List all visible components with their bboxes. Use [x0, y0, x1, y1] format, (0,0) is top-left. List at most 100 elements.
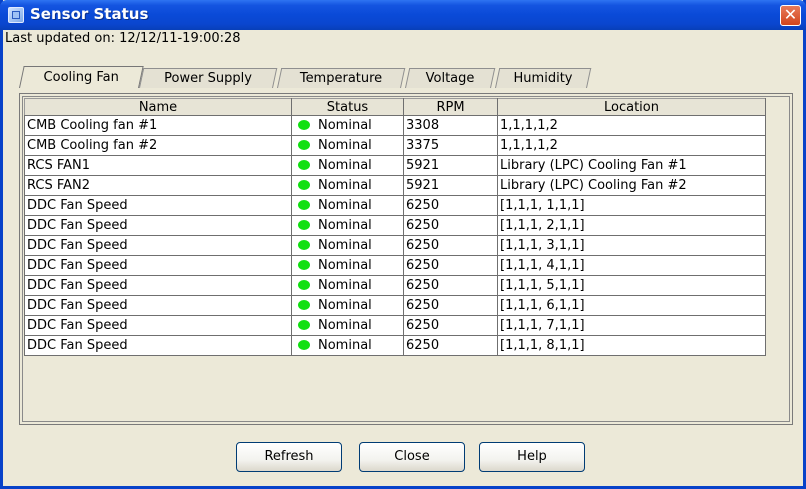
cell-location: [1,1,1, 2,1,1] [497, 215, 766, 236]
cell-location: Library (LPC) Cooling Fan #1 [497, 155, 766, 176]
tab-humidity[interactable]: Humidity [495, 68, 592, 88]
cell-location: [1,1,1, 1,1,1] [497, 195, 766, 216]
sensor-status-window: Sensor Status ✕ Last updated on: 12/12/1… [0, 0, 806, 489]
cell-name: DDC Fan Speed [24, 275, 292, 296]
window-title: Sensor Status [30, 5, 149, 23]
cell-status: Nominal [291, 235, 404, 256]
cell-location: 1,1,1,1,2 [497, 115, 766, 136]
table-header-row: Name Status RPM Location [24, 98, 766, 116]
cell-status: Nominal [291, 335, 404, 356]
table-row[interactable]: DDC Fan Speed Nominal 6250 [1,1,1, 2,1,1… [24, 215, 766, 236]
table-row[interactable]: DDC Fan Speed Nominal 6250 [1,1,1, 8,1,1… [24, 335, 766, 356]
table-row[interactable]: DDC Fan Speed Nominal 6250 [1,1,1, 6,1,1… [24, 295, 766, 316]
table-row[interactable]: DDC Fan Speed Nominal 6250 [1,1,1, 4,1,1… [24, 255, 766, 276]
cell-name: DDC Fan Speed [24, 215, 292, 236]
cell-location: [1,1,1, 7,1,1] [497, 315, 766, 336]
app-icon [8, 7, 24, 23]
cell-status: Nominal [291, 315, 404, 336]
cell-status: Nominal [291, 215, 404, 236]
status-text: Nominal [318, 118, 372, 133]
status-ok-icon [298, 280, 310, 290]
cell-rpm: 6250 [403, 195, 498, 216]
cell-rpm: 6250 [403, 215, 498, 236]
status-text: Nominal [318, 298, 372, 313]
cell-name: DDC Fan Speed [24, 315, 292, 336]
title-bar[interactable]: Sensor Status ✕ [0, 0, 806, 30]
status-ok-icon [298, 220, 310, 230]
help-button[interactable]: Help [479, 442, 585, 472]
table-row[interactable]: CMB Cooling fan #1 Nominal 3308 1,1,1,1,… [24, 115, 766, 136]
cell-rpm: 3375 [403, 135, 498, 156]
cell-rpm: 5921 [403, 175, 498, 196]
window-close-button[interactable]: ✕ [780, 5, 801, 26]
cell-name: RCS FAN1 [24, 155, 292, 176]
tab-label: Humidity [513, 71, 573, 86]
cell-status: Nominal [291, 175, 404, 196]
status-ok-icon [298, 200, 310, 210]
status-text: Nominal [318, 138, 372, 153]
cell-name: RCS FAN2 [24, 175, 292, 196]
cell-location: Library (LPC) Cooling Fan #2 [497, 175, 766, 196]
status-ok-icon [298, 260, 310, 270]
column-header-rpm[interactable]: RPM [403, 98, 498, 116]
column-header-name[interactable]: Name [24, 98, 292, 116]
status-ok-icon [298, 120, 310, 130]
cell-status: Nominal [291, 275, 404, 296]
cell-rpm: 5921 [403, 155, 498, 176]
cell-name: CMB Cooling fan #2 [24, 135, 292, 156]
cell-name: DDC Fan Speed [24, 295, 292, 316]
status-text: Nominal [318, 158, 372, 173]
table-row[interactable]: RCS FAN2 Nominal 5921 Library (LPC) Cool… [24, 175, 766, 196]
close-icon: ✕ [783, 5, 798, 24]
cell-name: DDC Fan Speed [24, 335, 292, 356]
tab-label: Power Supply [164, 71, 252, 86]
status-text: Nominal [318, 278, 372, 293]
table-row[interactable]: DDC Fan Speed Nominal 6250 [1,1,1, 5,1,1… [24, 275, 766, 296]
column-header-status[interactable]: Status [291, 98, 404, 116]
table-row[interactable]: DDC Fan Speed Nominal 6250 [1,1,1, 1,1,1… [24, 195, 766, 216]
sensor-table: Name Status RPM Location CMB Cooling fan… [24, 98, 766, 356]
status-ok-icon [298, 300, 310, 310]
status-ok-icon [298, 340, 310, 350]
cell-status: Nominal [291, 155, 404, 176]
cell-location: [1,1,1, 5,1,1] [497, 275, 766, 296]
tab-temperature[interactable]: Temperature [277, 68, 406, 88]
cell-status: Nominal [291, 255, 404, 276]
cell-rpm: 6250 [403, 235, 498, 256]
tab-label: Cooling Fan [43, 70, 119, 85]
cell-name: CMB Cooling fan #1 [24, 115, 292, 136]
status-text: Nominal [318, 198, 372, 213]
table-row[interactable]: DDC Fan Speed Nominal 6250 [1,1,1, 7,1,1… [24, 315, 766, 336]
cell-name: DDC Fan Speed [24, 195, 292, 216]
cell-location: [1,1,1, 8,1,1] [497, 335, 766, 356]
cell-status: Nominal [291, 195, 404, 216]
cell-rpm: 3308 [403, 115, 498, 136]
tab-label: Temperature [299, 71, 383, 86]
table-row[interactable]: DDC Fan Speed Nominal 6250 [1,1,1, 3,1,1… [24, 235, 766, 256]
status-ok-icon [298, 180, 310, 190]
column-header-location[interactable]: Location [497, 98, 766, 116]
table-viewport[interactable]: Name Status RPM Location CMB Cooling fan… [22, 96, 790, 422]
cell-location: [1,1,1, 4,1,1] [497, 255, 766, 276]
table-row[interactable]: CMB Cooling fan #2 Nominal 3375 1,1,1,1,… [24, 135, 766, 156]
tab-cooling-fan[interactable]: Cooling Fan [19, 66, 144, 88]
cell-location: 1,1,1,1,2 [497, 135, 766, 156]
last-updated-label: Last updated on: 12/12/11-19:00:28 [5, 31, 241, 46]
cell-location: [1,1,1, 3,1,1] [497, 235, 766, 256]
status-ok-icon [298, 160, 310, 170]
tab-power-supply[interactable]: Power Supply [139, 68, 278, 88]
button-bar: Refresh Close Help [3, 426, 803, 486]
tab-voltage[interactable]: Voltage [405, 68, 496, 88]
cell-rpm: 6250 [403, 335, 498, 356]
refresh-button[interactable]: Refresh [236, 442, 342, 472]
table-row[interactable]: RCS FAN1 Nominal 5921 Library (LPC) Cool… [24, 155, 766, 176]
status-text: Nominal [318, 178, 372, 193]
cell-status: Nominal [291, 115, 404, 136]
tab-label: Voltage [425, 71, 475, 86]
status-ok-icon [298, 320, 310, 330]
status-text: Nominal [318, 258, 372, 273]
cell-status: Nominal [291, 295, 404, 316]
cell-rpm: 6250 [403, 295, 498, 316]
close-button[interactable]: Close [359, 442, 465, 472]
cell-status: Nominal [291, 135, 404, 156]
